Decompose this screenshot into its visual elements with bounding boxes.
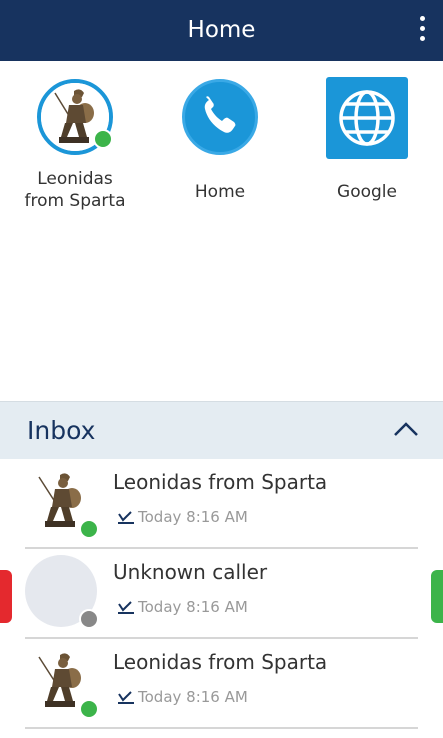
avatar bbox=[37, 79, 113, 155]
inbox-title: Inbox bbox=[27, 416, 96, 445]
online-status-dot bbox=[93, 129, 113, 149]
inbox-header[interactable]: Inbox bbox=[0, 401, 443, 459]
more-options-icon[interactable] bbox=[415, 16, 429, 46]
page-title: Home bbox=[187, 17, 256, 43]
list-item[interactable]: Leonidas from Sparta Today 8:16 AM bbox=[25, 459, 418, 549]
list-item[interactable]: Leonidas from Sparta Today 8:16 AM bbox=[25, 639, 418, 729]
avatar-placeholder bbox=[25, 555, 99, 629]
avatar bbox=[25, 645, 99, 719]
call-time: Today 8:16 AM bbox=[117, 688, 248, 706]
missed-call-icon bbox=[118, 600, 134, 614]
favorites-grid: Leonidas from Sparta Home Google bbox=[0, 61, 443, 401]
globe-icon bbox=[339, 90, 395, 146]
swipe-accept-handle[interactable] bbox=[431, 570, 443, 623]
favorite-home[interactable]: Home bbox=[145, 79, 295, 203]
contact-name: Leonidas from Sparta bbox=[113, 650, 328, 674]
inbox-list: Leonidas from Sparta Today 8:16 AM Unkno… bbox=[0, 459, 443, 729]
app-header: Home bbox=[0, 0, 443, 61]
avatar bbox=[25, 465, 99, 539]
favorite-label: Leonidas from Sparta bbox=[24, 169, 126, 211]
chevron-up-icon[interactable] bbox=[393, 420, 419, 438]
favorite-label: Google bbox=[337, 182, 397, 202]
phone-button bbox=[182, 79, 258, 155]
missed-call-icon bbox=[118, 510, 134, 524]
call-time: Today 8:16 AM bbox=[117, 598, 248, 616]
favorite-contact-leonidas[interactable]: Leonidas from Sparta bbox=[0, 79, 150, 212]
online-status-dot bbox=[79, 519, 99, 539]
swipe-reject-handle[interactable] bbox=[0, 570, 12, 623]
list-item[interactable]: Unknown caller Today 8:16 AM bbox=[25, 549, 418, 639]
contact-name: Unknown caller bbox=[113, 560, 268, 584]
web-link-tile bbox=[326, 77, 408, 159]
favorite-label: Home bbox=[194, 182, 246, 202]
phone-icon bbox=[204, 96, 236, 133]
contact-name: Leonidas from Sparta bbox=[113, 470, 328, 494]
online-status-dot bbox=[79, 699, 99, 719]
call-time: Today 8:16 AM bbox=[117, 508, 248, 526]
favorite-google[interactable]: Google bbox=[292, 77, 442, 203]
missed-call-icon bbox=[118, 690, 134, 704]
offline-status-dot bbox=[79, 609, 99, 629]
